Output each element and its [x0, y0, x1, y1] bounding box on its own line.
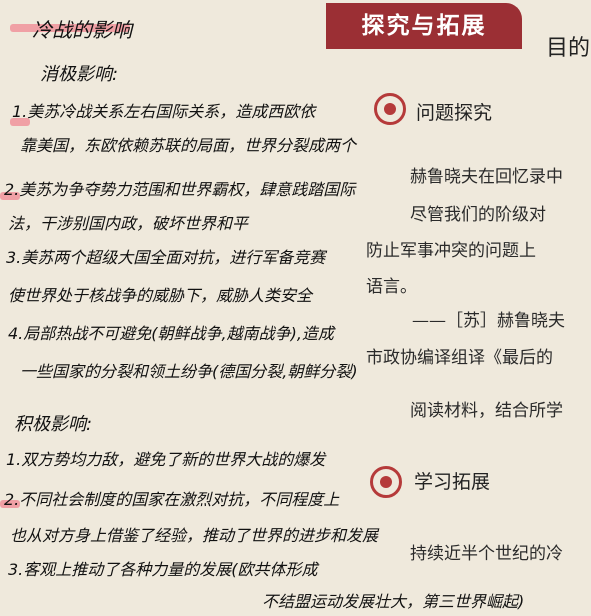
printed-line-3: 防止军事冲突的问题上 [366, 241, 536, 261]
note-line: 3.美苏两个超级大国全面对抗，进行军备竞赛 [6, 248, 326, 267]
note-line: 4.局部热战不可避免(朝鲜战争,越南战争),造成 [8, 324, 334, 343]
printed-line-2: 尽管我们的阶级对 [410, 205, 546, 225]
target-icon [374, 93, 406, 125]
note-line: 使世界处于核战争的威胁下，威胁人类安全 [8, 286, 313, 305]
note-line: 1.美苏冷战关系左右国际关系，造成西欧依 [12, 102, 316, 121]
printed-line-6: 市政协编译组译《最后的 [366, 348, 553, 368]
note-line: 也从对方身上借鉴了经验，推动了世界的进步和发展 [10, 526, 379, 545]
notes-title: 冷战的影响 [32, 18, 132, 42]
positive-header: 积极影响: [14, 414, 93, 435]
note-line: 不结盟运动发展壮大，第三世界崛起) [262, 592, 525, 611]
printed-line-7: 阅读材料，结合所学 [410, 401, 563, 421]
note-line: 法，干涉别国内政，破坏世界和平 [8, 214, 249, 233]
note-line: 一些国家的分裂和领土纷争(德国分裂,朝鲜分裂) [20, 362, 358, 381]
note-line: 3.客观上推动了各种力量的发展(欧共体形成 [8, 560, 318, 579]
note-line: 2.不同社会制度的国家在激烈对抗，不同程度上 [4, 490, 340, 509]
section-title-extension: 学习拓展 [414, 471, 491, 493]
section-banner: 探究与拓展 [326, 3, 522, 49]
note-line: 2.美苏为争夺势力范围和世界霸权，肆意践踏国际 [4, 180, 356, 199]
printed-line-4: 语言。 [366, 277, 417, 297]
negative-header: 消极影响: [40, 64, 119, 85]
printed-line-5: ——［苏］赫鲁晓夫 [412, 311, 565, 331]
refresh-icon [370, 466, 402, 498]
note-line: 1.双方势均力敌，避免了新的世界大战的爆发 [6, 450, 326, 469]
section-title-inquiry: 问题探究 [416, 102, 493, 124]
notebook-page: 探究与拓展 目的 问题探究 赫鲁晓夫在回忆录中 尽管我们的阶级对 防止军事冲突的… [0, 0, 591, 616]
printed-line-8: 持续近半个世纪的冷 [410, 544, 563, 564]
note-line: 靠美国，东欧依赖苏联的局面，世界分裂成两个 [20, 136, 357, 155]
page-corner-text: 目的 [546, 36, 591, 61]
printed-line-1: 赫鲁晓夫在回忆录中 [410, 167, 563, 187]
